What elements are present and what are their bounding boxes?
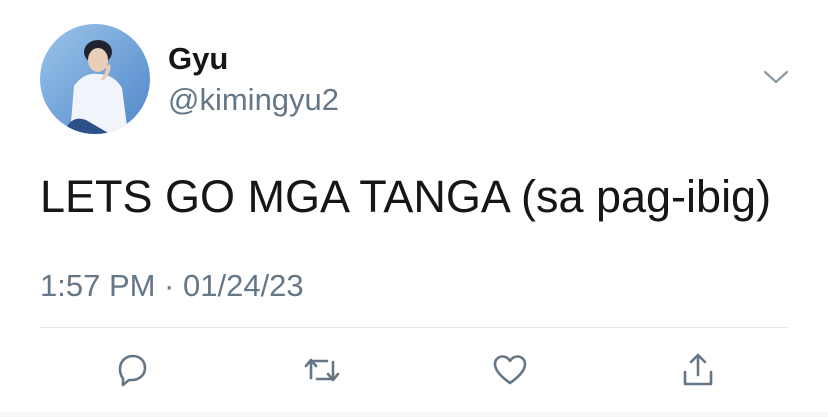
- bottom-border: [0, 412, 828, 417]
- reply-button[interactable]: [110, 348, 154, 392]
- author-handle[interactable]: @kimingyu2: [168, 82, 339, 118]
- like-button[interactable]: [488, 348, 532, 392]
- retweet-icon: [304, 358, 340, 382]
- reply-icon: [118, 354, 147, 387]
- divider: [40, 327, 788, 328]
- chevron-down-icon[interactable]: [762, 66, 790, 88]
- avatar-image: [40, 24, 150, 134]
- tweet-text: LETS GO MGA TANGA (sa pag-ibig): [40, 171, 772, 222]
- share-icon: [683, 353, 713, 386]
- heart-icon: [493, 355, 527, 385]
- retweet-button[interactable]: [300, 348, 344, 392]
- avatar[interactable]: [40, 24, 150, 134]
- author-display-name[interactable]: Gyu: [168, 41, 228, 77]
- share-button[interactable]: [676, 348, 720, 392]
- tweet-timestamp[interactable]: 1:57 PM · 01/24/23: [40, 266, 304, 306]
